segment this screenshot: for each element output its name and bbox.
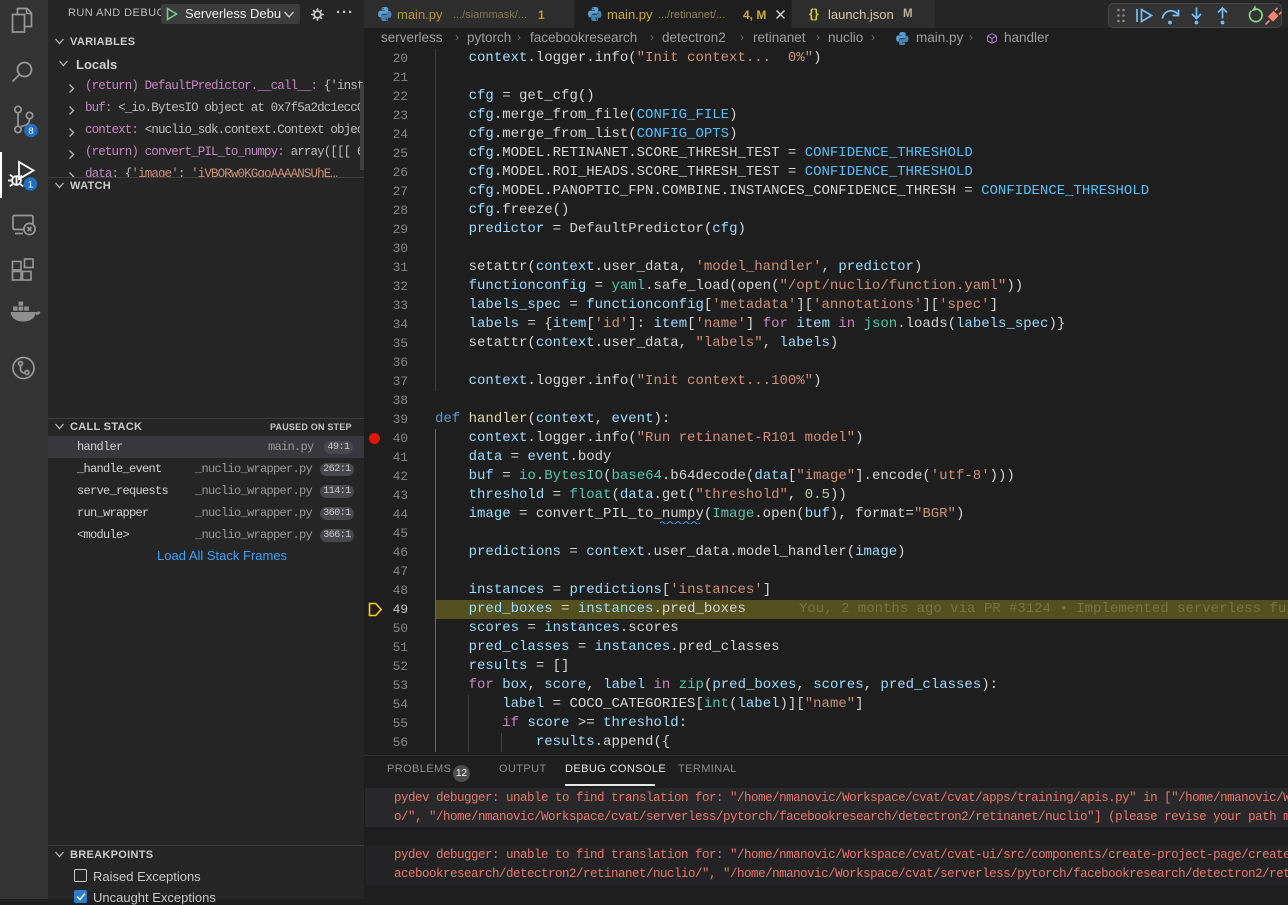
svg-text:8: 8 [28,126,33,137]
svg-text:1: 1 [28,180,33,191]
